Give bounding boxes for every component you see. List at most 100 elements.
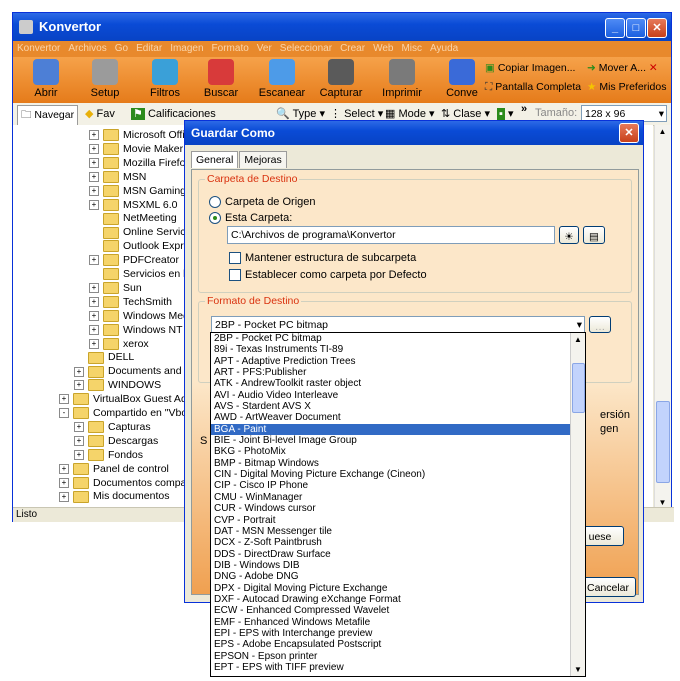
expander-icon[interactable]: + [89, 338, 99, 349]
fav-button[interactable]: ◆ Fav [85, 107, 115, 120]
format-option[interactable]: BKG - PhotoMix [211, 446, 585, 457]
rating-dropdown[interactable]: ▪ ▾ [497, 107, 513, 120]
expander-icon[interactable]: + [59, 491, 69, 502]
tree-item[interactable]: + Mozilla Firefox [89, 156, 191, 170]
format-option[interactable]: ECW - Enhanced Compressed Wavelet [211, 605, 585, 616]
format-option[interactable]: CMU - WinManager [211, 492, 585, 503]
radio-esta-carpeta[interactable]: Esta Carpeta: [209, 212, 292, 225]
format-option[interactable]: ATK - AndrewToolkit raster object [211, 378, 585, 389]
expander-icon[interactable]: + [59, 477, 69, 488]
cancelar-button[interactable]: Cancelar [580, 577, 636, 597]
tool-buscar-button[interactable]: Buscar [196, 59, 246, 99]
format-option[interactable]: DDS - DirectDraw Surface [211, 549, 585, 560]
tree-item[interactable]: + Sun [89, 281, 142, 295]
tree-item[interactable]: + Panel de control [59, 462, 169, 476]
expander-icon[interactable]: + [89, 297, 99, 308]
format-option[interactable]: AVI - Audio Video Interleave [211, 390, 585, 401]
tree-item[interactable]: Servicios en lín [89, 267, 194, 281]
format-option[interactable]: AWD - ArtWeaver Document [211, 412, 585, 423]
tab-general[interactable]: General [191, 151, 239, 168]
dropdown-scrollbar[interactable]: ▲ ▼ [570, 333, 585, 676]
check-mantener-subcarpeta[interactable]: Mantener estructura de subcarpeta [229, 252, 416, 265]
menu-item-archivos[interactable]: Archivos [68, 43, 106, 54]
format-option[interactable]: CUR - Windows cursor [211, 503, 585, 514]
format-option[interactable]: EPT - EPS with TIFF preview [211, 662, 585, 673]
format-option[interactable]: EPS - Adobe Encapsulated Postscript [211, 639, 585, 650]
expander-icon[interactable]: + [59, 394, 69, 405]
tree-item[interactable]: + Movie Maker [89, 142, 183, 156]
tree-item[interactable]: + MSXML 6.0 [89, 198, 177, 212]
expander-icon[interactable]: + [74, 422, 84, 433]
expander-icon[interactable]: + [59, 463, 69, 474]
tree-item[interactable]: + TechSmith [89, 295, 172, 309]
menu-item-ver[interactable]: Ver [257, 43, 272, 54]
format-option[interactable]: DAT - MSN Messenger tile [211, 526, 585, 537]
format-option[interactable]: ART - PFS:Publisher [211, 367, 585, 378]
dropdown-scroll-thumb[interactable] [572, 363, 585, 413]
tool-imprimir-button[interactable]: Imprimir [377, 59, 427, 99]
tree-item[interactable]: + MSN Gaming Z [89, 184, 195, 198]
dialog-close-icon[interactable]: ✕ [619, 123, 639, 143]
format-option[interactable]: BIE - Joint Bi-level Image Group [211, 435, 585, 446]
tool-capturar-button[interactable]: Capturar [316, 59, 366, 99]
tree-item[interactable]: + VirtualBox Guest Addit [59, 392, 198, 406]
format-select[interactable]: 2BP - Pocket PC bitmap ▾ [211, 316, 585, 333]
expander-icon[interactable]: + [89, 158, 99, 169]
mis-preferidos-button[interactable]: ★ Mis Preferidos [587, 78, 666, 97]
menu-item-seleccionar[interactable]: Seleccionar [280, 43, 332, 54]
tree-item[interactable]: + Windows NT [89, 323, 183, 337]
tool-conve-button[interactable]: Conve [437, 59, 487, 99]
format-option[interactable]: AVS - Stardent AVS X [211, 401, 585, 412]
tree-item[interactable]: + xerox [89, 337, 149, 351]
menu-item-go[interactable]: Go [115, 43, 128, 54]
overflow-chevron[interactable]: » [521, 103, 527, 115]
expander-icon[interactable]: + [74, 449, 84, 460]
menu-item-ayuda[interactable]: Ayuda [430, 43, 458, 54]
type-dropdown[interactable]: 🔍 Type ▾ [276, 107, 325, 120]
format-dropdown-list[interactable]: 2BP - Pocket PC bitmap 89i - Texas Instru… [210, 332, 586, 677]
format-option[interactable]: 89i - Texas Instruments TI-89 [211, 344, 585, 355]
main-titlebar[interactable]: Konvertor _ □ ✕ [13, 13, 671, 41]
format-option[interactable]: DXF - Autocad Drawing eXchange Format [211, 594, 585, 605]
expander-icon[interactable]: + [74, 380, 84, 391]
expander-icon[interactable]: + [74, 436, 84, 447]
tree-item[interactable]: + Documentos compartic [59, 476, 200, 490]
format-option[interactable]: DIB - Windows DIB [211, 560, 585, 571]
close-icon[interactable]: ✕ [647, 18, 667, 38]
copiar-imagen-button[interactable]: ▣ Copiar Imagen... [485, 59, 581, 78]
expander-icon[interactable]: + [89, 185, 99, 196]
minimize-icon[interactable]: _ [605, 18, 625, 38]
tree-item[interactable]: + Capturas [74, 420, 151, 434]
format-option[interactable]: DCX - Z-Soft Paintbrush [211, 537, 585, 548]
check-carpeta-defecto[interactable]: Establecer como carpeta por Defecto [229, 269, 427, 282]
destination-path-input[interactable]: C:\Archivos de programa\Konvertor [227, 226, 555, 244]
format-option[interactable]: DNG - Adobe DNG [211, 571, 585, 582]
tool-escanear-button[interactable]: Escanear [257, 59, 307, 99]
chevron-down-icon[interactable]: ▾ [577, 317, 582, 333]
menu-item-imagen[interactable]: Imagen [170, 43, 203, 54]
format-option[interactable]: BMP - Bitmap Windows [211, 458, 585, 469]
pantalla-completa-button[interactable]: ⛶ Pantalla Completa [485, 78, 581, 97]
expander-icon[interactable]: + [89, 199, 99, 210]
tree-item[interactable]: Online Service [89, 225, 191, 239]
expander-icon[interactable]: + [89, 310, 99, 321]
dropdown-scroll-down-icon[interactable]: ▼ [573, 665, 583, 674]
tree-item[interactable]: + MSN [89, 170, 146, 184]
expander-icon[interactable]: + [89, 171, 99, 182]
tree-item[interactable]: + WINDOWS [74, 378, 161, 392]
x-icon[interactable]: ✕ [649, 62, 658, 74]
expander-icon[interactable]: + [89, 130, 99, 141]
format-option[interactable]: BGA - Paint [211, 423, 585, 436]
tree-item[interactable]: - Compartido en "Vbox [59, 406, 192, 420]
mode-dropdown[interactable]: ▦ Mode ▾ [385, 107, 435, 120]
tree-item[interactable]: + Microsoft Offic [89, 128, 190, 142]
expander-icon[interactable]: + [89, 255, 99, 266]
tool-filtros-button[interactable]: Filtros [140, 59, 190, 99]
format-option[interactable]: EPI - EPS with Interchange preview [211, 628, 585, 639]
format-option[interactable]: EPSON - Epson printer [211, 651, 585, 662]
format-option[interactable]: APT - Adaptive Prediction Trees [211, 356, 585, 367]
maximize-icon[interactable]: □ [626, 18, 646, 38]
select-dropdown[interactable]: ⋮ Select ▾ [330, 107, 383, 120]
menu-item-crear[interactable]: Crear [340, 43, 365, 54]
tree-item[interactable]: + Fondos [74, 448, 143, 462]
